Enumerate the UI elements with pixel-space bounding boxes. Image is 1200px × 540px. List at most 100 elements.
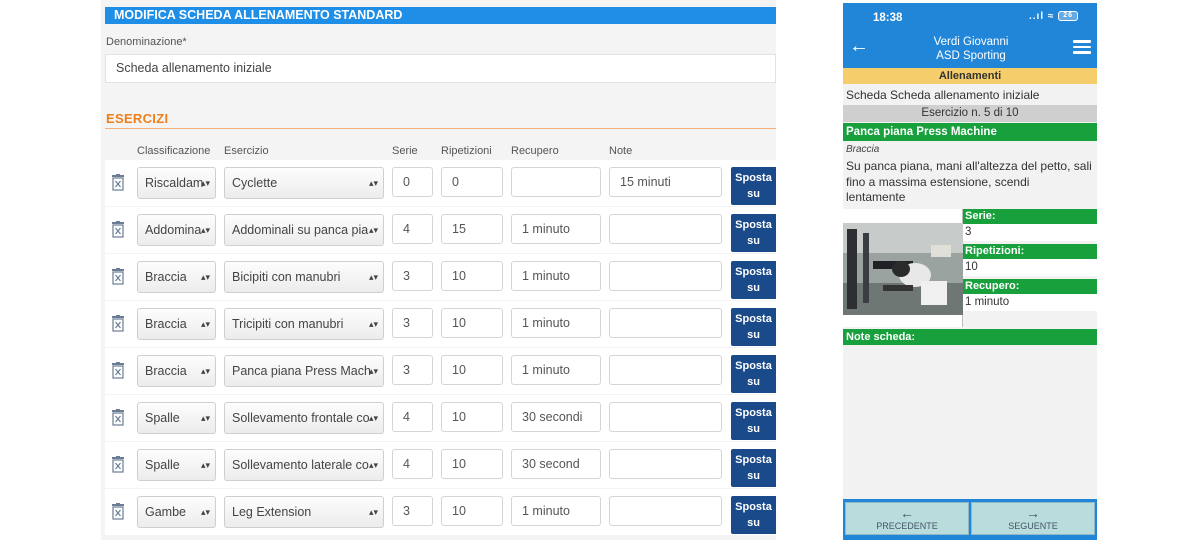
move-up-label: Sposta — [735, 219, 772, 231]
sets-input[interactable]: 3 — [392, 308, 433, 338]
name-label: Denominazione* — [106, 36, 187, 48]
move-up-button[interactable]: Sposta su — [731, 402, 776, 440]
reps-input[interactable]: 10 — [441, 449, 503, 479]
rest-input[interactable] — [511, 167, 601, 197]
move-up-button[interactable]: Sposta su — [731, 167, 776, 205]
exercise-select[interactable]: Addominali su panca pia ▴▾ — [224, 214, 384, 246]
notes-input[interactable] — [609, 402, 722, 432]
table-row: Braccia ▴▾ Panca piana Press Mach ▴▾ 3 1… — [101, 348, 776, 395]
sets-input[interactable]: 4 — [392, 449, 433, 479]
rest-input[interactable]: 1 minuto — [511, 214, 601, 244]
classification-select[interactable]: Gambe ▴▾ — [137, 496, 216, 528]
rest-input[interactable]: 1 minuto — [511, 355, 601, 385]
select-arrows-icon: ▴▾ — [200, 272, 210, 282]
move-up-button[interactable]: Sposta su — [731, 308, 776, 346]
sets-label: Serie: — [963, 209, 1097, 224]
sets-input[interactable]: 3 — [392, 261, 433, 291]
move-up-button[interactable]: Sposta su — [731, 355, 776, 393]
classification-select[interactable]: Braccia ▴▾ — [137, 261, 216, 293]
delete-icon[interactable] — [111, 362, 125, 379]
move-up-button[interactable]: Sposta su — [731, 496, 776, 534]
move-up-label: su — [747, 329, 760, 341]
delete-icon[interactable] — [111, 268, 125, 285]
notes-input[interactable] — [609, 355, 722, 385]
move-up-button[interactable]: Sposta su — [731, 214, 776, 252]
bottom-nav: ← PRECEDENTE → SEGUENTE — [843, 499, 1097, 540]
sets-input[interactable]: 3 — [392, 355, 433, 385]
app-header: 18:38 ..ıl ≈ 26 ← Verdi Giovanni ASD Spo… — [843, 3, 1097, 68]
hamburger-menu-icon[interactable] — [1073, 40, 1091, 57]
name-input[interactable]: Scheda allenamento iniziale — [105, 54, 776, 83]
exercise-photo — [843, 209, 963, 327]
plan-title: Scheda Scheda allenamento iniziale — [846, 88, 1040, 102]
exercise-name: Panca piana Press Machine — [843, 123, 1097, 141]
sets-input[interactable]: 0 — [392, 167, 433, 197]
delete-icon[interactable] — [111, 503, 125, 520]
move-up-label: su — [747, 235, 760, 247]
classification-select[interactable]: Riscaldam ▴▾ — [137, 167, 216, 199]
notes-input[interactable] — [609, 496, 722, 526]
move-up-label: Sposta — [735, 360, 772, 372]
sets-input[interactable]: 3 — [392, 496, 433, 526]
select-arrows-icon: ▴▾ — [200, 507, 210, 517]
sets-input[interactable]: 4 — [392, 402, 433, 432]
classification-select[interactable]: Spalle ▴▾ — [137, 402, 216, 434]
classification-select[interactable]: Addomina ▴▾ — [137, 214, 216, 246]
reps-input[interactable]: 10 — [441, 261, 503, 291]
rest-input[interactable]: 1 minuto — [511, 261, 601, 291]
delete-icon[interactable] — [111, 456, 125, 473]
column-header-exercise: Esercizio — [224, 145, 269, 157]
classification-select[interactable]: Braccia ▴▾ — [137, 308, 216, 340]
reps-input[interactable]: 10 — [441, 355, 503, 385]
exercise-counter: Esercizio n. 5 di 10 — [843, 105, 1097, 122]
move-up-button[interactable]: Sposta su — [731, 449, 776, 487]
exercise-select[interactable]: Tricipiti con manubri ▴▾ — [224, 308, 384, 340]
club-name: ASD Sporting — [936, 50, 1006, 62]
select-arrows-icon: ▴▾ — [368, 507, 378, 517]
notes-input[interactable]: 15 minuti — [609, 167, 722, 197]
delete-icon[interactable] — [111, 315, 125, 332]
notes-input[interactable] — [609, 308, 722, 338]
exercise-select[interactable]: Sollevamento frontale co ▴▾ — [224, 402, 384, 434]
exercise-value: Sollevamento frontale co — [232, 411, 370, 425]
select-arrows-icon: ▴▾ — [368, 366, 378, 376]
exercise-select[interactable]: Panca piana Press Mach ▴▾ — [224, 355, 384, 387]
next-button[interactable]: → SEGUENTE — [971, 502, 1095, 535]
exercise-select[interactable]: Cyclette ▴▾ — [224, 167, 384, 199]
previous-button[interactable]: ← PRECEDENTE — [845, 502, 969, 535]
reps-input[interactable]: 10 — [441, 402, 503, 432]
reps-input[interactable]: 15 — [441, 214, 503, 244]
reps-input[interactable]: 0 — [441, 167, 503, 197]
move-up-button[interactable]: Sposta su — [731, 261, 776, 299]
delete-icon[interactable] — [111, 221, 125, 238]
user-info: Verdi Giovanni ASD Sporting — [903, 35, 1039, 63]
section-divider — [105, 128, 776, 129]
form-title: MODIFICA SCHEDA ALLENAMENTO STANDARD — [105, 7, 776, 24]
notes-input[interactable] — [609, 261, 722, 291]
table-row: Braccia ▴▾ Tricipiti con manubri ▴▾ 3 10… — [101, 301, 776, 348]
classification-select[interactable]: Spalle ▴▾ — [137, 449, 216, 481]
table-row: Spalle ▴▾ Sollevamento frontale co ▴▾ 4 … — [101, 395, 776, 442]
exercise-select[interactable]: Bicipiti con manubri ▴▾ — [224, 261, 384, 293]
exercise-select[interactable]: Leg Extension ▴▾ — [224, 496, 384, 528]
rest-value: 1 minuto — [963, 294, 1097, 311]
notes-input[interactable] — [609, 214, 722, 244]
right-arrow-icon: → — [1026, 505, 1040, 521]
sets-input[interactable]: 4 — [392, 214, 433, 244]
sets-value: 3 — [963, 224, 1097, 241]
rest-input[interactable]: 30 secondi — [511, 402, 601, 432]
rest-input[interactable]: 1 minuto — [511, 308, 601, 338]
section-header: Allenamenti — [843, 68, 1097, 84]
reps-input[interactable]: 10 — [441, 496, 503, 526]
delete-icon[interactable] — [111, 174, 125, 191]
select-arrows-icon: ▴▾ — [200, 460, 210, 470]
column-header-rest: Recupero — [511, 145, 559, 157]
rest-input[interactable]: 30 second — [511, 449, 601, 479]
reps-input[interactable]: 10 — [441, 308, 503, 338]
exercise-select[interactable]: Sollevamento laterale co ▴▾ — [224, 449, 384, 481]
delete-icon[interactable] — [111, 409, 125, 426]
notes-input[interactable] — [609, 449, 722, 479]
classification-select[interactable]: Braccia ▴▾ — [137, 355, 216, 387]
back-arrow-icon[interactable]: ← — [849, 36, 869, 56]
rest-input[interactable]: 1 minuto — [511, 496, 601, 526]
